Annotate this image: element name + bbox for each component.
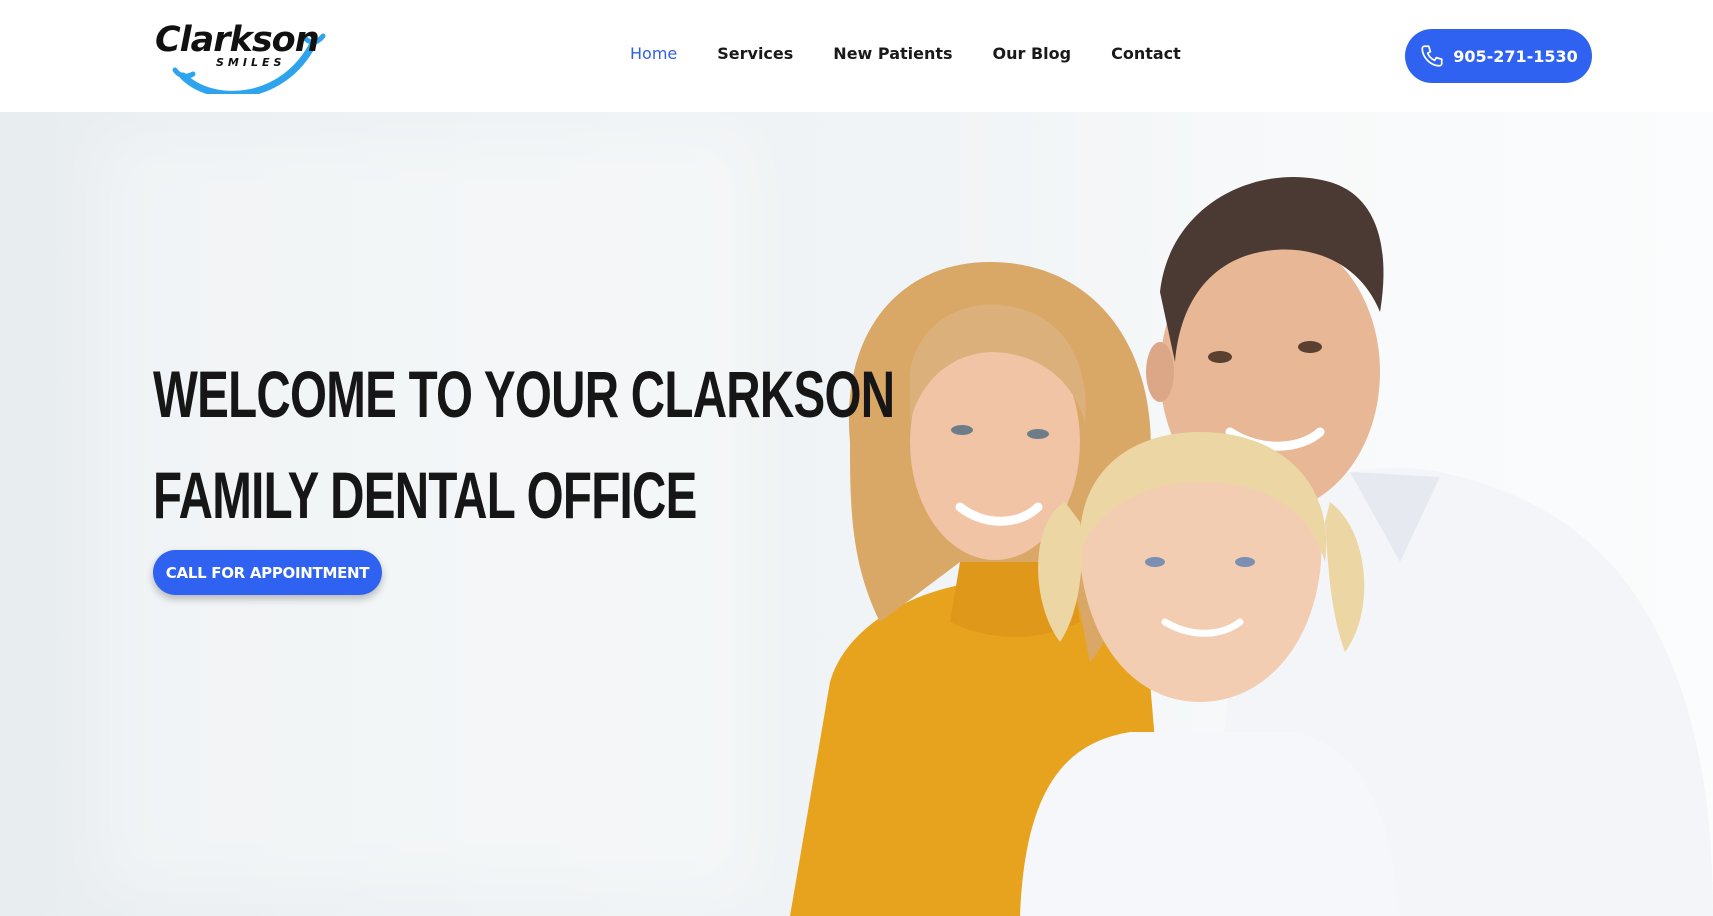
phone-icon — [1421, 45, 1443, 67]
family-photo — [790, 176, 1713, 916]
nav-contact[interactable]: Contact — [1111, 44, 1181, 63]
hero-title-line-1: WELCOME TO YOUR CLARKSON — [153, 357, 895, 431]
nav-services[interactable]: Services — [717, 44, 793, 63]
nav-our-blog[interactable]: Our Blog — [993, 44, 1072, 63]
call-for-appointment-button[interactable]: CALL FOR APPOINTMENT — [153, 550, 382, 595]
hero-title: WELCOME TO YOUR CLARKSON FAMILY DENTAL O… — [153, 344, 895, 546]
main-nav: Home Services New Patients Our Blog Cont… — [630, 44, 1221, 63]
phone-call-button[interactable]: 905-271-1530 — [1405, 29, 1592, 83]
hero-title-line-2: FAMILY DENTAL OFFICE — [153, 458, 697, 532]
nav-home[interactable]: Home — [630, 44, 677, 63]
site-header: Clarkson SMILES Home Services New Patien… — [0, 0, 1713, 112]
clarkson-smiles-logo[interactable]: Clarkson SMILES — [153, 14, 343, 94]
cta-label: CALL FOR APPOINTMENT — [165, 563, 370, 582]
logo-wordmark: Clarkson — [155, 20, 320, 60]
logo-subtitle: SMILES — [216, 56, 286, 69]
hero-section: WELCOME TO YOUR CLARKSON FAMILY DENTAL O… — [0, 112, 1713, 916]
nav-new-patients[interactable]: New Patients — [833, 44, 952, 63]
phone-number: 905-271-1530 — [1453, 46, 1578, 66]
